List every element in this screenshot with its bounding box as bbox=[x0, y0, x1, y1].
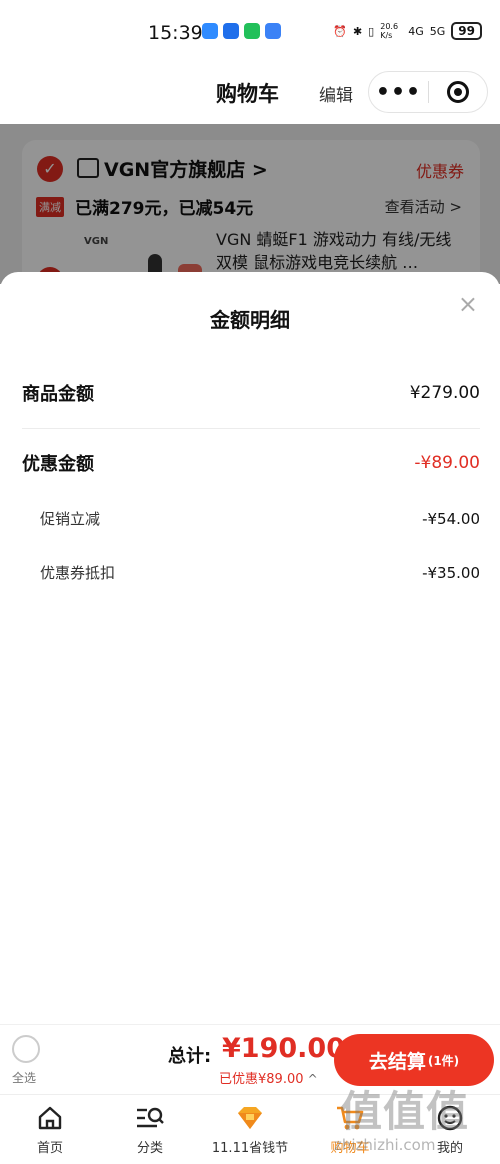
select-all-checkbox[interactable] bbox=[12, 1035, 40, 1063]
tab-label: 我的 bbox=[436, 1141, 463, 1156]
vibrate-icon: ▯ bbox=[368, 24, 375, 38]
nav-bar: 购物车 编辑 ••• bbox=[0, 66, 500, 124]
close-icon[interactable]: × bbox=[458, 290, 478, 318]
tab-promo[interactable]: 11.11省钱节 bbox=[200, 1095, 300, 1164]
home-icon bbox=[36, 1103, 64, 1133]
discount-amount-row: 优惠金额 -¥89.00 bbox=[22, 450, 480, 476]
checkout-label: 去结算 bbox=[368, 1050, 426, 1073]
close-mini-program-icon[interactable] bbox=[429, 81, 487, 103]
goods-amount-value: ¥279.00 bbox=[409, 383, 480, 403]
wechat-icon bbox=[244, 23, 260, 39]
total-amount: ¥190.00 bbox=[222, 1033, 345, 1064]
goods-amount-row: 商品金额 ¥279.00 bbox=[22, 380, 480, 406]
modal-overlay[interactable] bbox=[0, 124, 500, 284]
edit-button[interactable]: 编辑 bbox=[319, 81, 353, 106]
coupon-deduction-label: 优惠券抵扣 bbox=[40, 564, 116, 582]
discount-amount-value: -¥89.00 bbox=[414, 453, 480, 473]
promo-discount-value: -¥54.00 bbox=[422, 509, 480, 528]
page-title: 购物车 bbox=[216, 82, 279, 106]
sheet-title: 金额明细 bbox=[210, 308, 290, 332]
category-search-icon bbox=[135, 1103, 165, 1133]
promo-discount-row: 促销立减 -¥54.00 bbox=[22, 508, 480, 529]
chevron-up-icon: ^ bbox=[307, 1072, 318, 1086]
tab-label: 11.11省钱节 bbox=[211, 1141, 289, 1156]
promo-discount-label: 促销立减 bbox=[40, 510, 101, 528]
amount-detail-sheet: 金额明细 × 商品金额 ¥279.00 优惠金额 -¥89.00 促销立减 -¥… bbox=[0, 272, 500, 1024]
alipay-icon bbox=[223, 23, 239, 39]
divider bbox=[22, 428, 480, 429]
discount-note-text: 已优惠¥89.00 bbox=[219, 1072, 304, 1087]
diamond-icon bbox=[234, 1103, 266, 1133]
coupon-deduction-row: 优惠券抵扣 -¥35.00 bbox=[22, 562, 480, 583]
tab-category[interactable]: 分类 bbox=[100, 1095, 200, 1164]
watermark-url: zhizhizhi.com bbox=[334, 1136, 436, 1154]
alarm-icon: ⏰ bbox=[333, 24, 347, 38]
tab-label: 分类 bbox=[136, 1141, 163, 1156]
goods-amount-label: 商品金额 bbox=[22, 384, 94, 405]
battery-indicator: 99 bbox=[451, 22, 482, 40]
system-status: ⏰ ✱ ▯ 20.6 K/s 4G 5G 99 bbox=[333, 22, 482, 40]
total-label: 总计: bbox=[168, 1046, 212, 1067]
tab-home[interactable]: 首页 bbox=[0, 1095, 100, 1164]
coupon-deduction-value: -¥35.00 bbox=[422, 563, 480, 582]
select-all-label[interactable]: 全选 bbox=[12, 1069, 36, 1086]
tab-label: 首页 bbox=[36, 1141, 63, 1156]
signal-4g: 4G bbox=[408, 24, 424, 38]
more-icon[interactable]: ••• bbox=[369, 80, 428, 105]
checkout-count: (1件) bbox=[427, 1053, 460, 1068]
mini-program-capsule: ••• bbox=[368, 71, 488, 113]
app-notification-icon bbox=[202, 23, 218, 39]
watermark: 值值值 bbox=[340, 1087, 470, 1136]
status-time: 15:39 bbox=[148, 22, 203, 44]
net-speed: 20.6 K/s bbox=[380, 22, 399, 40]
bluetooth-icon: ✱ bbox=[352, 24, 363, 38]
signal-5g: 5G bbox=[429, 24, 446, 38]
notification-icons bbox=[202, 23, 281, 39]
discount-summary[interactable]: 已优惠¥89.00 ^ bbox=[219, 1068, 318, 1087]
app-grid-icon bbox=[265, 23, 281, 39]
discount-amount-label: 优惠金额 bbox=[22, 454, 94, 475]
status-bar: 15:39 ⏰ ✱ ▯ 20.6 K/s 4G 5G 99 bbox=[0, 0, 500, 66]
